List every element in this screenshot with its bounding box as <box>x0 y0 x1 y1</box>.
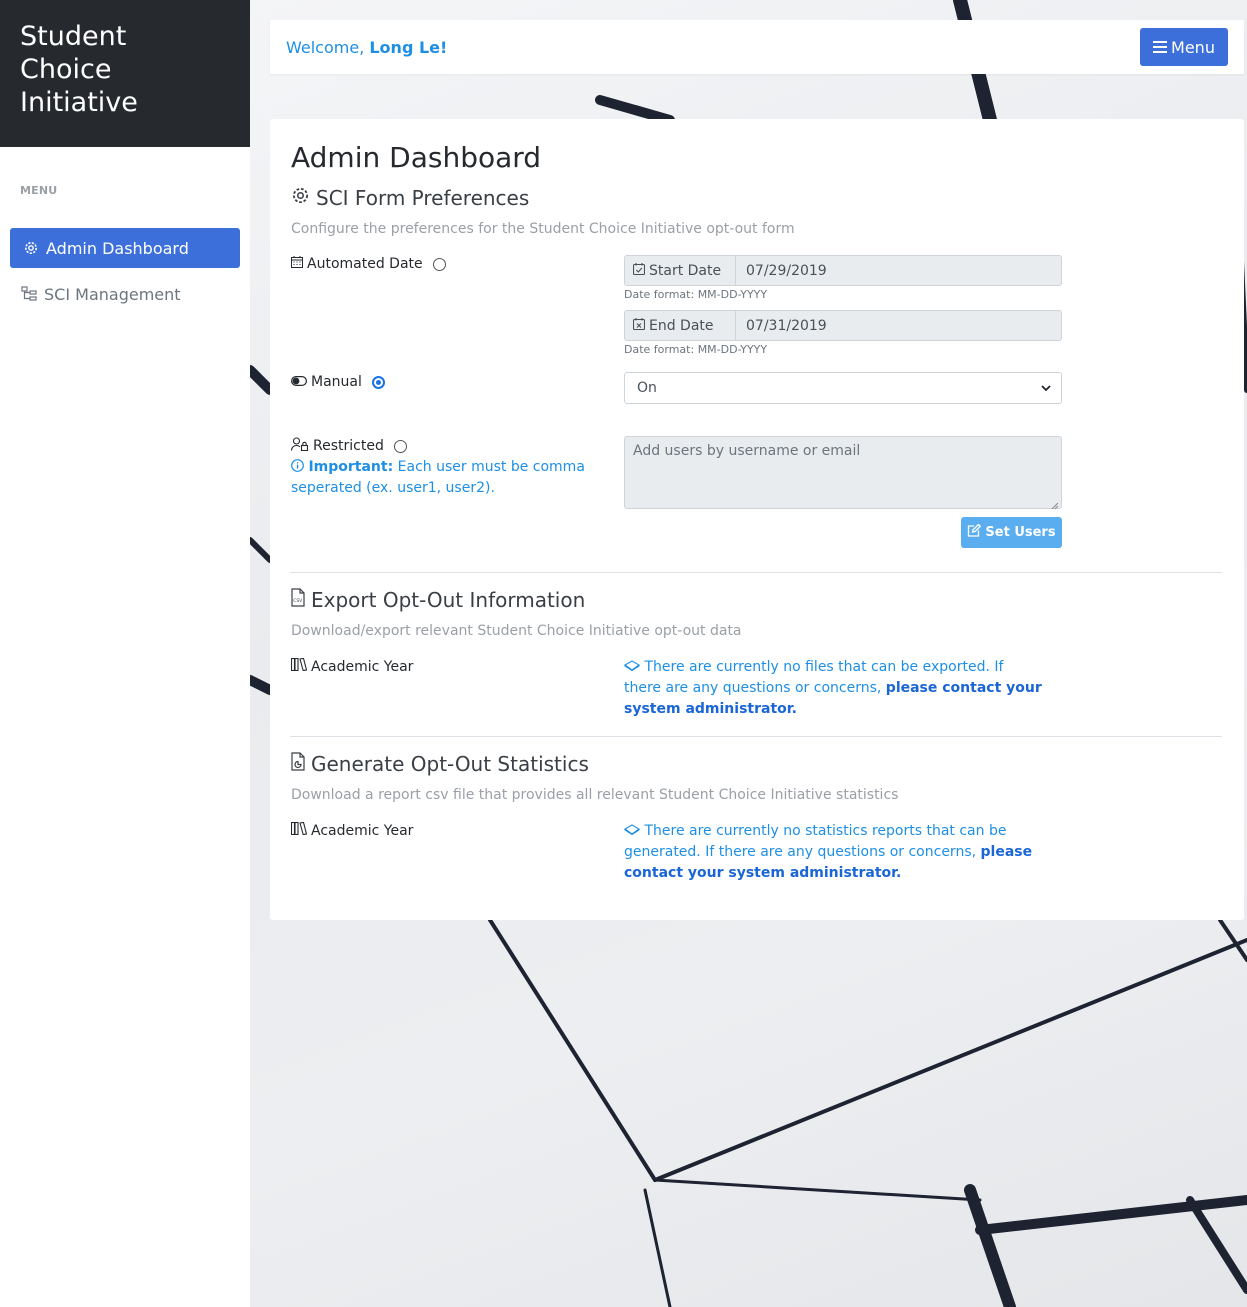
start-date-field[interactable]: Start Date 07/29/2019 <box>624 255 1062 286</box>
users-placeholder: Add users by username or email <box>633 443 861 459</box>
export-title-text: Export Opt-Out Information <box>311 588 586 612</box>
statistics-description: Download a report csv file that provides… <box>291 787 899 803</box>
end-date-label: End Date <box>649 317 714 334</box>
hamburger-icon <box>1153 38 1168 57</box>
menu-button-label: Menu <box>1171 37 1215 57</box>
file-csv-icon: CSV <box>291 588 305 612</box>
set-users-label: Set Users <box>985 525 1056 540</box>
sidebar: Student Choice Initiative MENU Admin Das… <box>0 0 250 1307</box>
preferences-title-text: SCI Form Preferences <box>316 186 530 210</box>
preferences-title: SCI Form Preferences <box>291 186 529 210</box>
welcome-prefix: Welcome, <box>286 37 370 57</box>
preferences-description: Configure the preferences for the Studen… <box>291 221 795 237</box>
important-note: Important: Each user must be comma seper… <box>291 457 591 499</box>
manual-select[interactable]: On <box>624 372 1062 404</box>
end-date-help: Date format: MM-DD-YYYY <box>624 343 768 356</box>
users-textarea[interactable]: Add users by username or email <box>624 436 1062 510</box>
restricted-option: Restricted <box>290 437 407 455</box>
start-date-value[interactable]: 07/29/2019 <box>736 256 827 285</box>
books-icon <box>290 821 308 839</box>
file-chart-icon <box>291 752 305 776</box>
sidebar-item-label: Admin Dashboard <box>46 238 189 258</box>
page-title: Admin Dashboard <box>291 141 542 174</box>
export-academic-year: Academic Year <box>290 657 414 675</box>
user-lock-icon <box>290 437 309 455</box>
sidebar-item-admin-dashboard[interactable]: Admin Dashboard <box>10 228 240 268</box>
books-icon <box>290 657 308 675</box>
calendar-icon <box>291 256 303 272</box>
statistics-title: Generate Opt-Out Statistics <box>291 752 589 776</box>
manual-select-value: On <box>637 380 657 396</box>
statistics-academic-year: Academic Year <box>290 821 414 839</box>
mail-bulk-icon <box>623 823 644 839</box>
statistics-academic-year-label: Academic Year <box>311 822 414 839</box>
user-name[interactable]: Long Le! <box>369 38 447 57</box>
set-users-button[interactable]: Set Users <box>961 517 1062 548</box>
statistics-notice-text: There are currently no statistics report… <box>624 823 1007 860</box>
menu-button[interactable]: Menu <box>1140 28 1228 66</box>
top-bar: Welcome, Long Le! Menu <box>270 20 1244 74</box>
resize-grip-icon[interactable] <box>1051 498 1059 510</box>
svg-text:CSV: CSV <box>293 598 303 604</box>
manual-label: Manual <box>311 374 362 390</box>
automated-date-label: Automated Date <box>307 256 423 272</box>
toggle-icon <box>291 374 308 390</box>
export-title: CSV Export Opt-Out Information <box>291 588 585 612</box>
restricted-radio[interactable] <box>393 439 407 453</box>
sidebar-item-sci-management[interactable]: SCI Management <box>10 274 240 314</box>
sidebar-item-label: SCI Management <box>44 284 181 304</box>
calendar-check-icon <box>632 262 646 279</box>
info-icon <box>291 459 308 475</box>
export-academic-year-label: Academic Year <box>311 658 414 675</box>
manual-radio[interactable] <box>371 375 385 389</box>
start-date-label: Start Date <box>649 262 722 279</box>
gear-icon <box>22 239 40 257</box>
admin-dashboard-card: Admin Dashboard SCI Form Preferences Con… <box>270 119 1244 920</box>
restricted-label: Restricted <box>313 438 384 454</box>
important-label: Important: <box>308 459 394 475</box>
statistics-title-text: Generate Opt-Out Statistics <box>311 752 589 776</box>
mail-bulk-icon <box>623 659 644 675</box>
automated-date-option: Automated Date <box>291 256 446 272</box>
edit-icon <box>967 523 982 541</box>
section-divider <box>290 572 1222 573</box>
start-date-help: Date format: MM-DD-YYYY <box>624 288 768 301</box>
start-date-addon: Start Date <box>625 256 736 285</box>
menu-label: MENU <box>20 184 58 197</box>
end-date-addon: End Date <box>625 311 736 340</box>
brand-header: Student Choice Initiative <box>0 0 250 147</box>
export-description: Download/export relevant Student Choice … <box>291 623 742 639</box>
manual-option: Manual <box>291 374 385 390</box>
section-divider <box>290 736 1222 737</box>
calendar-times-icon <box>632 317 646 334</box>
brand-title[interactable]: Student Choice Initiative <box>20 20 230 119</box>
end-date-field[interactable]: End Date 07/31/2019 <box>624 310 1062 341</box>
sitemap-icon <box>20 285 38 303</box>
welcome-message: Welcome, Long Le! <box>286 38 447 57</box>
end-date-value[interactable]: 07/31/2019 <box>736 311 827 340</box>
chevron-down-icon <box>1041 380 1051 396</box>
statistics-notice: There are currently no statistics report… <box>623 821 1044 884</box>
export-notice: There are currently no files that can be… <box>623 657 1044 720</box>
gear-icon <box>291 186 310 210</box>
automated-date-radio[interactable] <box>432 257 446 271</box>
